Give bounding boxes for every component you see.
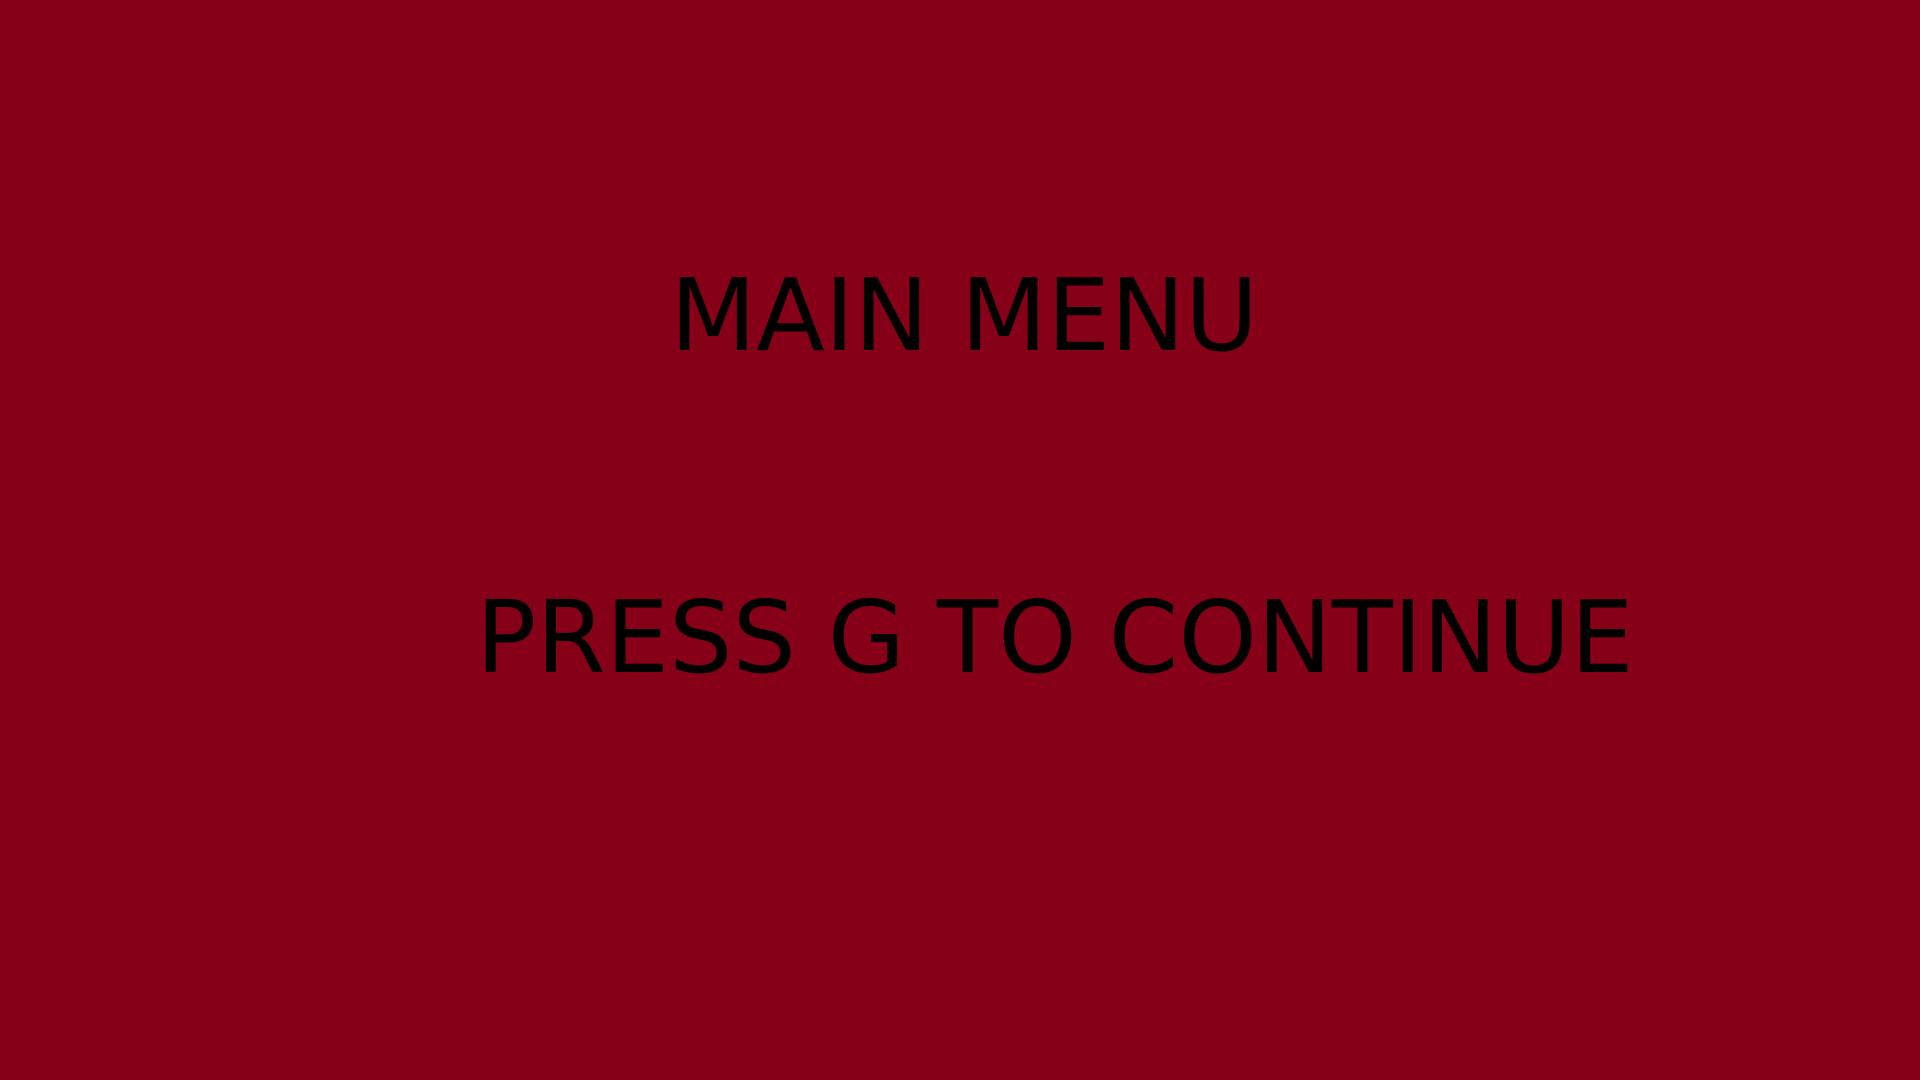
continue-prompt: PRESS G TO CONTINUE: [476, 579, 1634, 696]
main-menu-screen[interactable]: MAIN MENU PRESS G TO CONTINUE: [0, 0, 1920, 1080]
menu-title: MAIN MENU: [670, 257, 1259, 374]
